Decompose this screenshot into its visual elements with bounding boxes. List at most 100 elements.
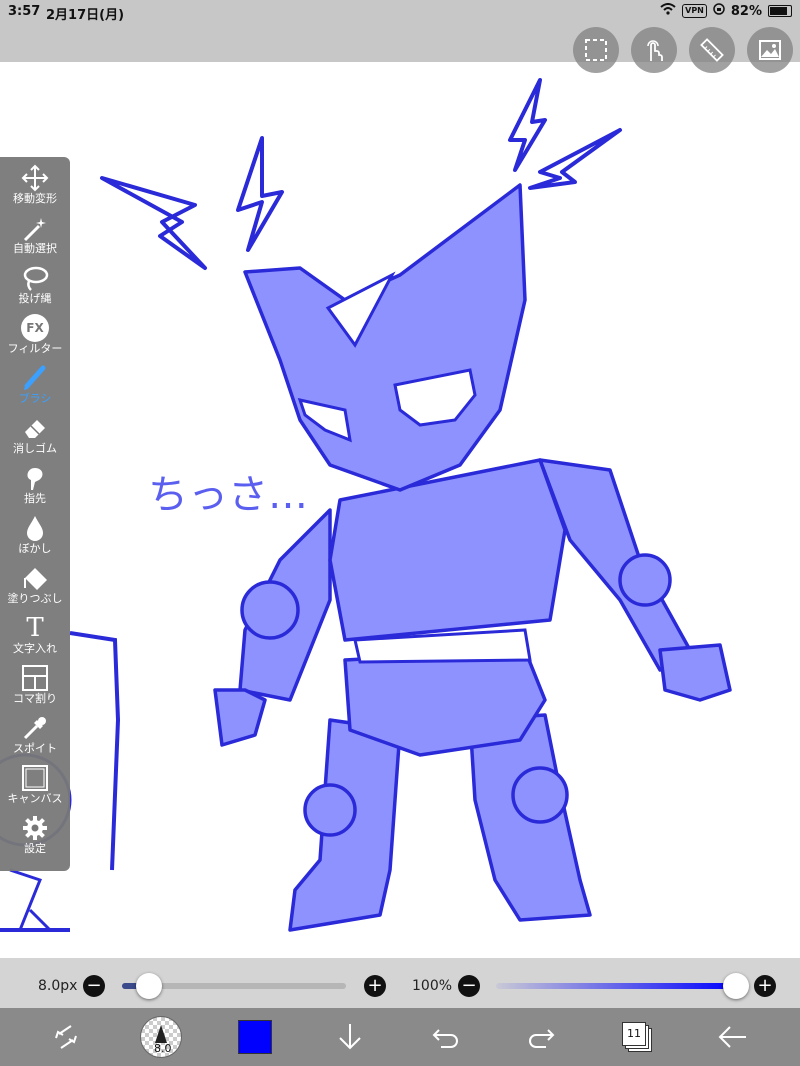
tool-fill[interactable]: 塗りつぶし bbox=[0, 563, 70, 613]
size-increase-button[interactable]: + bbox=[364, 975, 386, 997]
sketch-lightning-2 bbox=[236, 136, 284, 252]
gear-icon bbox=[15, 813, 55, 843]
opacity-slider-knob[interactable] bbox=[723, 973, 749, 999]
brush-icon bbox=[15, 363, 55, 393]
tool-lasso[interactable]: 投げ縄 bbox=[0, 263, 70, 313]
layer-count: 11 bbox=[622, 1022, 646, 1046]
tool-label: 消しゴム bbox=[13, 442, 57, 455]
tool-label: 自動選択 bbox=[13, 242, 57, 255]
tool-frame[interactable]: コマ割り bbox=[0, 663, 70, 713]
text-icon: T bbox=[26, 613, 44, 643]
vpn-badge: VPN bbox=[682, 4, 707, 18]
sketch-lightning-3 bbox=[508, 78, 547, 172]
swap-button[interactable] bbox=[46, 1014, 86, 1060]
status-date: 2月17日(月) bbox=[46, 8, 125, 23]
arrow-left-icon bbox=[718, 1026, 746, 1048]
download-button[interactable] bbox=[333, 1014, 367, 1060]
tool-label: 移動変形 bbox=[13, 192, 57, 205]
tool-label: 設定 bbox=[24, 842, 46, 855]
tool-text[interactable]: T 文字入れ bbox=[0, 613, 70, 663]
finger-icon bbox=[15, 463, 55, 493]
tool-canvas[interactable]: キャンバス bbox=[0, 763, 70, 813]
current-color-swatch bbox=[238, 1020, 272, 1054]
back-button[interactable] bbox=[714, 1014, 750, 1060]
bottom-toolbar bbox=[0, 1008, 800, 1066]
tool-label: 文字入れ bbox=[13, 642, 57, 655]
tool-sidebar: 移動変形自動選択投げ縄 FX フィルターブラシ消しゴム指先ぼかし塗りつぶし T 文字入れ… bbox=[0, 157, 70, 871]
selection-icon bbox=[585, 39, 607, 61]
undo-icon bbox=[432, 1029, 458, 1048]
image-icon bbox=[759, 40, 781, 60]
opacity-increase-button[interactable]: + bbox=[754, 975, 776, 997]
size-slider-knob[interactable] bbox=[135, 973, 162, 999]
tool-blur[interactable]: ぼかし bbox=[0, 513, 70, 563]
tool-fx[interactable]: FX フィルター bbox=[0, 313, 70, 363]
eraser-icon bbox=[15, 413, 55, 443]
fill-icon bbox=[15, 563, 55, 593]
robot-hips bbox=[343, 648, 547, 757]
opacity-decrease-button[interactable]: − bbox=[458, 975, 480, 997]
brush-size-badge: 8.0 bbox=[154, 1042, 172, 1055]
move-icon bbox=[15, 163, 55, 193]
robot-shoulder-left bbox=[240, 580, 300, 640]
opacity-slider-track[interactable] bbox=[496, 983, 736, 989]
robot-arm-right bbox=[538, 458, 692, 672]
tool-label: 指先 bbox=[24, 492, 46, 505]
tool-eraser[interactable]: 消しゴム bbox=[0, 413, 70, 463]
layers-button[interactable]: 11 bbox=[619, 1014, 655, 1060]
top-bar bbox=[0, 24, 800, 62]
brush-select-button[interactable]: 8.0 bbox=[139, 1014, 183, 1060]
robot-knee-right bbox=[511, 766, 569, 824]
arrow-down-icon bbox=[339, 1024, 361, 1050]
tool-move[interactable]: 移動変形 bbox=[0, 163, 70, 213]
lasso-icon bbox=[15, 263, 55, 293]
tool-label: キャンバス bbox=[7, 792, 63, 805]
size-decrease-button[interactable]: − bbox=[83, 975, 105, 997]
sketch-stand bbox=[9, 868, 52, 932]
tool-brush[interactable]: ブラシ bbox=[0, 363, 70, 413]
frame-icon bbox=[15, 663, 55, 693]
brush-size-label: 8.0px bbox=[38, 978, 78, 994]
status-bar: 3:57 2月17日(月) VPN 82% bbox=[0, 0, 800, 24]
redo-button[interactable] bbox=[523, 1014, 559, 1060]
tool-gear[interactable]: 設定 bbox=[0, 813, 70, 863]
drawing-canvas[interactable]: ちっさ… bbox=[0, 62, 800, 958]
robot-hand-left bbox=[213, 688, 267, 747]
battery-icon bbox=[768, 5, 792, 17]
magic-wand-icon bbox=[15, 213, 55, 243]
fx-icon: FX bbox=[15, 313, 55, 343]
sketch-frame-right bbox=[69, 631, 121, 871]
tool-label: ぼかし bbox=[18, 542, 52, 555]
tool-finger[interactable]: 指先 bbox=[0, 463, 70, 513]
eyedropper-icon bbox=[15, 713, 55, 743]
brush-preview-icon: 8.0 bbox=[140, 1016, 182, 1058]
status-time: 3:57 bbox=[8, 4, 41, 19]
tool-label: コマ割り bbox=[13, 692, 57, 705]
touch-icon bbox=[647, 40, 663, 61]
robot-knee-left bbox=[303, 783, 357, 837]
opacity-label: 100% bbox=[412, 978, 453, 994]
transform-swap-icon bbox=[55, 1025, 77, 1049]
canvas-icon bbox=[15, 763, 55, 793]
robot-torso bbox=[328, 458, 567, 642]
orientation-lock-icon bbox=[713, 3, 725, 19]
tool-eyedropper[interactable]: スポイト bbox=[0, 713, 70, 763]
tool-magic-wand[interactable]: 自動選択 bbox=[0, 213, 70, 263]
robot-head bbox=[243, 183, 527, 492]
undo-button[interactable] bbox=[428, 1014, 464, 1060]
sketch-lightning-1 bbox=[100, 176, 207, 270]
tool-label: 塗りつぶし bbox=[7, 592, 63, 605]
ruler-icon bbox=[700, 38, 724, 62]
layers-icon: 11 bbox=[622, 1022, 652, 1052]
sketch-text: ちっさ… bbox=[148, 472, 308, 518]
sketch-lightning-4 bbox=[528, 128, 622, 190]
tool-label: 投げ縄 bbox=[18, 292, 52, 305]
wifi-icon bbox=[660, 3, 676, 19]
tool-label: フィルター bbox=[7, 342, 63, 355]
status-right: VPN 82% bbox=[660, 3, 792, 19]
tool-label: ブラシ bbox=[18, 392, 52, 405]
color-button[interactable] bbox=[237, 1014, 273, 1060]
robot-hand-right bbox=[658, 643, 732, 702]
battery-percent: 82% bbox=[730, 3, 762, 19]
redo-icon bbox=[529, 1029, 555, 1048]
